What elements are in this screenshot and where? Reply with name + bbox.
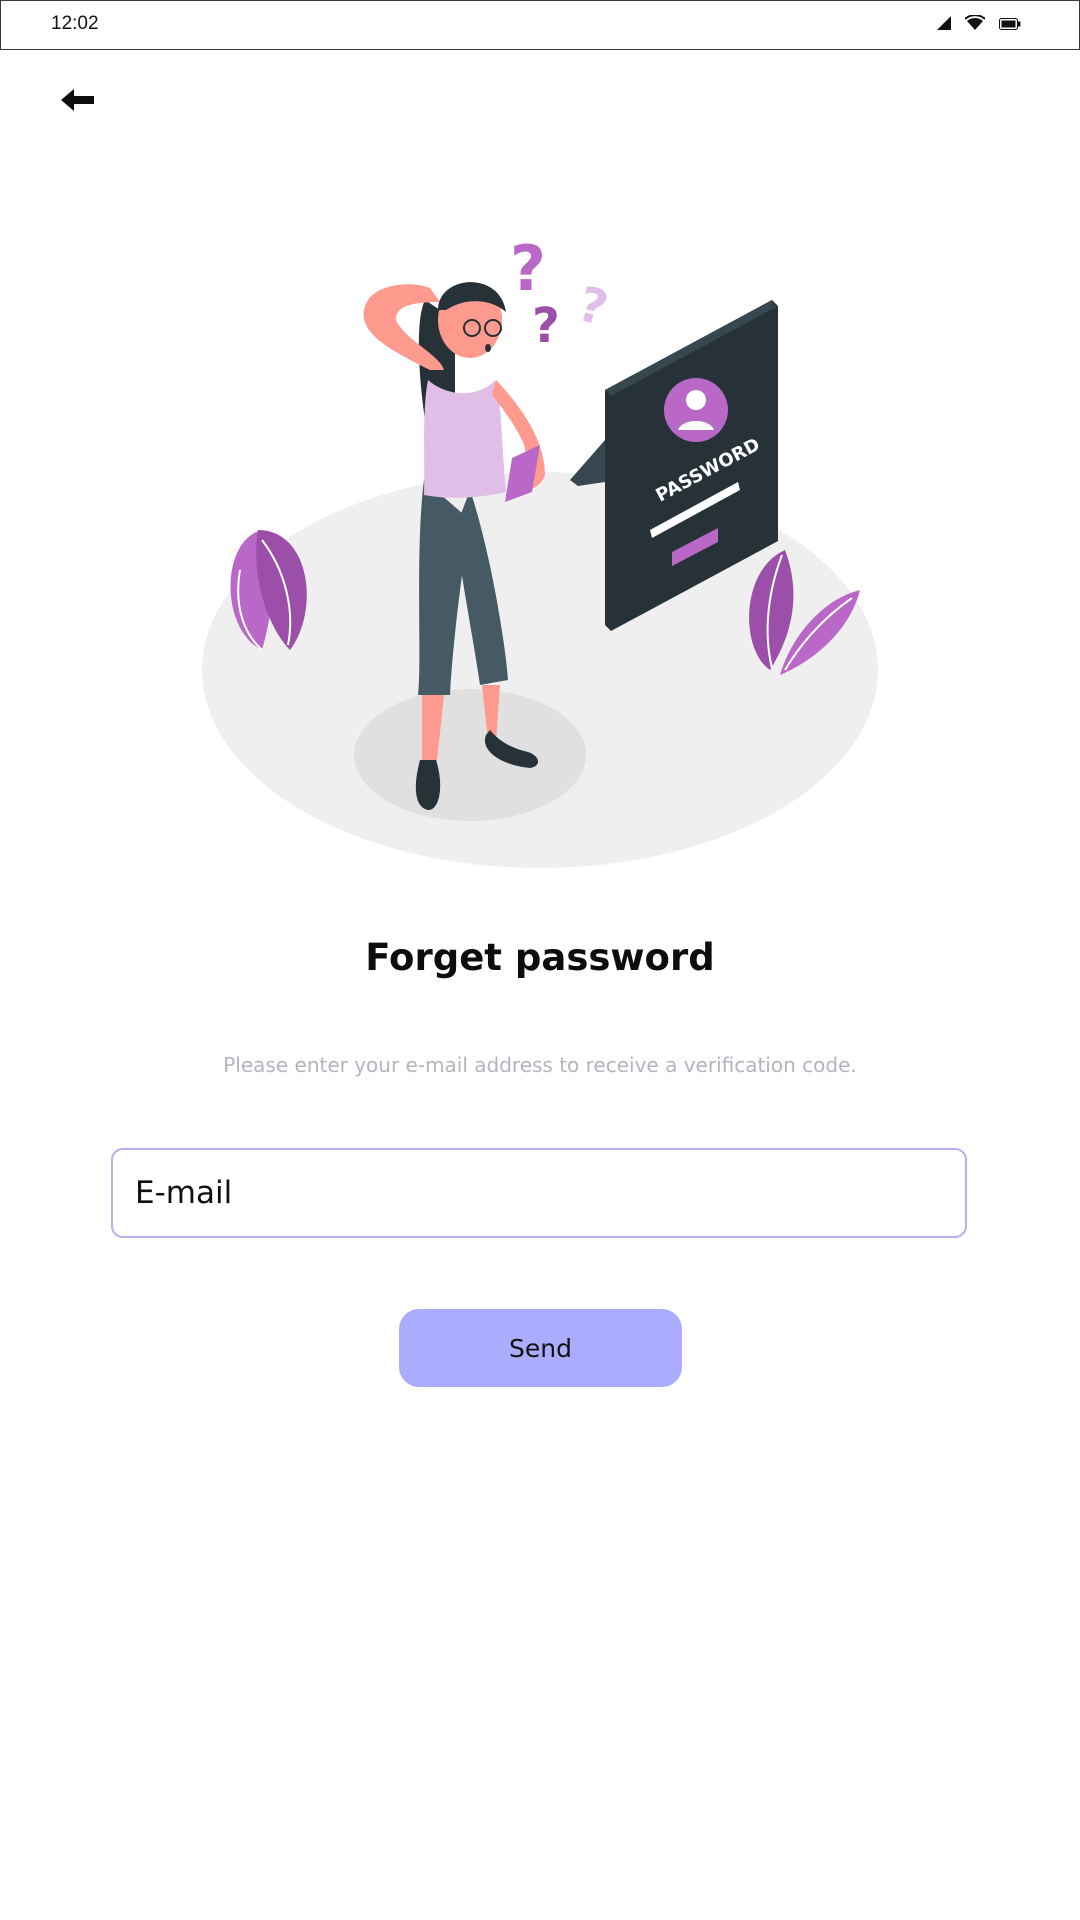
back-button[interactable]	[58, 82, 98, 118]
email-field[interactable]	[111, 1148, 967, 1238]
forgot-password-illustration: PASSWORD ? ? ?	[200, 230, 880, 880]
person-shadow	[354, 689, 586, 821]
page-title: Forget password	[365, 936, 715, 979]
svg-text:?: ?	[532, 298, 560, 354]
status-icons	[937, 14, 1021, 36]
signal-icon	[937, 16, 951, 35]
arrow-left-icon	[61, 89, 94, 111]
question-marks-icon: ? ? ?	[510, 232, 614, 354]
svg-text:?: ?	[510, 232, 546, 305]
status-time: 12:02	[51, 13, 99, 34]
svg-text:?: ?	[572, 276, 613, 337]
wifi-icon	[964, 14, 986, 36]
send-button[interactable]: Send	[399, 1309, 682, 1387]
instruction-text: Please enter your e-mail address to rece…	[223, 1053, 857, 1077]
battery-icon	[999, 17, 1021, 35]
status-bar: 12:02	[0, 0, 1080, 50]
